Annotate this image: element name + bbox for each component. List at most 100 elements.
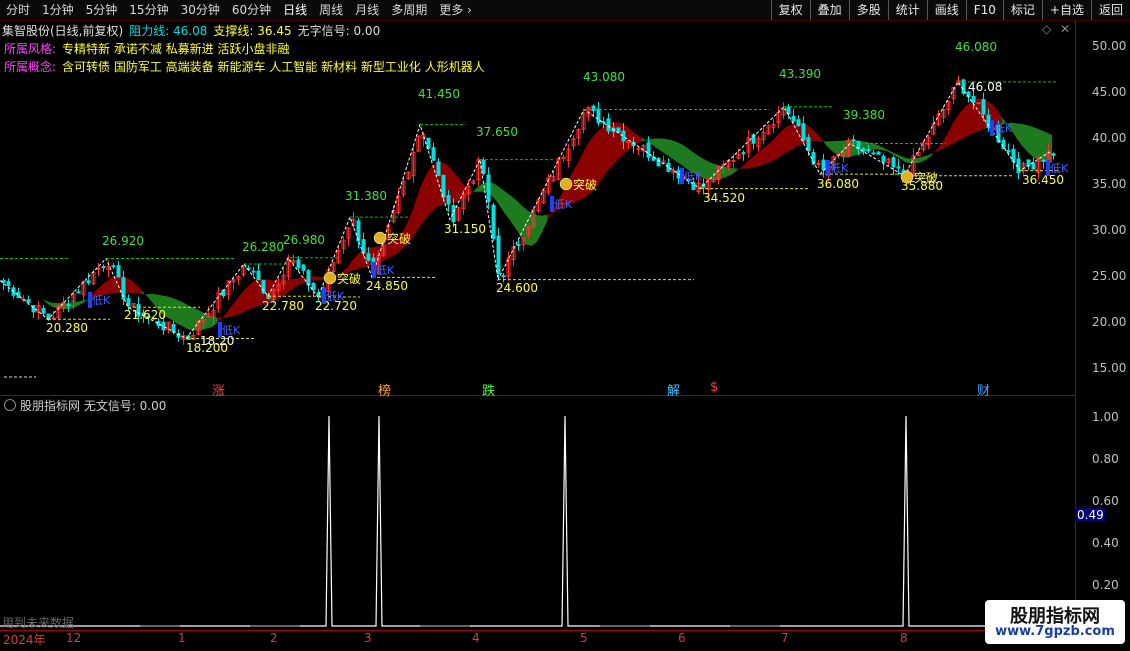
- ma-band-segment: [822, 139, 827, 147]
- watermark-logo: 股朋指标网 www.7gpzb.com: [985, 600, 1125, 644]
- candle-body: [876, 151, 881, 155]
- candle-body: [296, 259, 301, 269]
- indicator-toggle-icon[interactable]: [4, 399, 16, 411]
- price-axis-line: [1075, 20, 1076, 630]
- candle-body: [431, 147, 436, 161]
- event-mark-finance[interactable]: 财: [977, 380, 990, 399]
- ma-band-segment: [352, 255, 357, 271]
- price-tick: 30.00: [1092, 223, 1127, 237]
- candle-body: [666, 162, 671, 172]
- ma-band-segment: [712, 163, 717, 181]
- ma-band-segment: [287, 279, 292, 293]
- ma-band-segment: [182, 301, 187, 329]
- trough-price-label: 24.600: [496, 281, 538, 295]
- candlestick-chart[interactable]: 26.920 26.280 26.980 31.380 41.450 37.650 43.0…: [0, 0, 1075, 630]
- peak-price-label: 41.450: [418, 87, 460, 101]
- ma-band-segment: [187, 304, 192, 331]
- ma-band-segment: [512, 196, 517, 231]
- pivot-label: 低K: [684, 170, 703, 183]
- ma-band-segment: [77, 300, 82, 307]
- candle-body: [1041, 159, 1046, 162]
- candle-body: [26, 299, 31, 303]
- indicator-title: 股朋指标网 无文信号: 0.00: [20, 399, 167, 413]
- ma-band-segment: [932, 149, 937, 156]
- ma-band-segment: [412, 196, 417, 239]
- future-data-note: 用到未来数据: [2, 616, 75, 630]
- ma-band-segment: [117, 274, 122, 293]
- candle-body: [796, 119, 801, 127]
- ma-band-segment: [47, 301, 52, 307]
- event-mark-list[interactable]: 榜: [378, 380, 391, 399]
- price-tick: 50.00: [1092, 39, 1127, 53]
- event-mark-unlock[interactable]: 解: [667, 380, 680, 399]
- peak-price-label: 31.380: [345, 189, 387, 203]
- ma-band-segment: [957, 110, 962, 142]
- candle-body: [116, 265, 121, 278]
- ma-band-segment: [737, 167, 742, 171]
- trough-price-label: 34.520: [703, 191, 745, 205]
- date-label: 8: [900, 631, 908, 645]
- ma-band-segment: [637, 134, 642, 144]
- ma-band-segment: [787, 124, 792, 153]
- event-mark-rise[interactable]: 涨: [212, 380, 225, 399]
- ma-band-segment: [832, 140, 837, 155]
- peak-price-label: 43.080: [583, 70, 625, 84]
- event-mark-dividend[interactable]: $: [710, 380, 718, 395]
- indicator-header: 股朋指标网 无文信号: 0.00: [4, 397, 166, 414]
- ma-band-segment: [32, 296, 37, 298]
- ma-band-segment: [547, 212, 552, 222]
- ma-band-segment: [497, 185, 502, 210]
- candle-body: [51, 317, 56, 320]
- ma-band-segment: [677, 142, 682, 166]
- event-mark-fall[interactable]: 跌: [482, 380, 495, 399]
- ma-band-segment: [937, 143, 942, 152]
- ma-band-segment: [772, 135, 777, 162]
- pivot-label: 低K: [92, 294, 111, 307]
- ma-band-segment: [107, 276, 112, 295]
- ma-band-segment: [222, 312, 227, 319]
- candle-body: [851, 139, 856, 142]
- trough-price-label: 20.280: [46, 321, 88, 335]
- ma-band-segment: [657, 138, 662, 152]
- candle-body: [451, 205, 456, 223]
- ma-band-segment: [22, 291, 27, 294]
- candle-body: [616, 127, 621, 133]
- signal-tick: 0.80: [1092, 452, 1119, 466]
- pivot-label: 低K: [994, 122, 1013, 135]
- candle-body: [441, 174, 446, 198]
- peak-price-label: 46.08: [968, 80, 1002, 94]
- ma-band-segment: [727, 167, 732, 177]
- candle-body: [76, 291, 81, 294]
- candle-body: [1031, 162, 1036, 170]
- pivot-label: 低K: [1050, 162, 1069, 175]
- ma-band-segment: [687, 147, 692, 173]
- ma-band-segment: [817, 133, 822, 142]
- ma-band-segment: [732, 168, 737, 175]
- price-tick: 20.00: [1092, 315, 1127, 329]
- candle-body: [971, 96, 976, 103]
- candle-body: [496, 235, 501, 274]
- ma-band-segment: [312, 275, 317, 281]
- trough-price-label: 21.620: [124, 308, 166, 322]
- breakout-label: 突破: [573, 177, 597, 192]
- candle-body: [436, 161, 441, 176]
- ma-band-segment: [227, 305, 232, 318]
- back-button[interactable]: 返回: [1090, 0, 1130, 20]
- ma-band-segment: [457, 176, 462, 203]
- ma-band-segment: [37, 297, 42, 300]
- ma-band-segment: [767, 141, 772, 164]
- ma-band-segment: [172, 297, 177, 324]
- peak-price-label: 37.650: [476, 125, 518, 139]
- ma-band-segment: [777, 130, 782, 159]
- candle-body: [821, 159, 826, 171]
- ma-band-segment: [82, 299, 87, 304]
- breakout-label: 突破: [914, 170, 938, 185]
- candle-body: [1011, 148, 1016, 163]
- ma-band-segment: [1022, 123, 1027, 152]
- candle-body: [1051, 153, 1056, 156]
- ma-band-segment: [142, 290, 147, 297]
- peak-price-label: 26.280: [242, 240, 284, 254]
- ma-band-segment: [167, 296, 172, 320]
- candle-body: [366, 253, 371, 261]
- signal-line: [0, 415, 1056, 627]
